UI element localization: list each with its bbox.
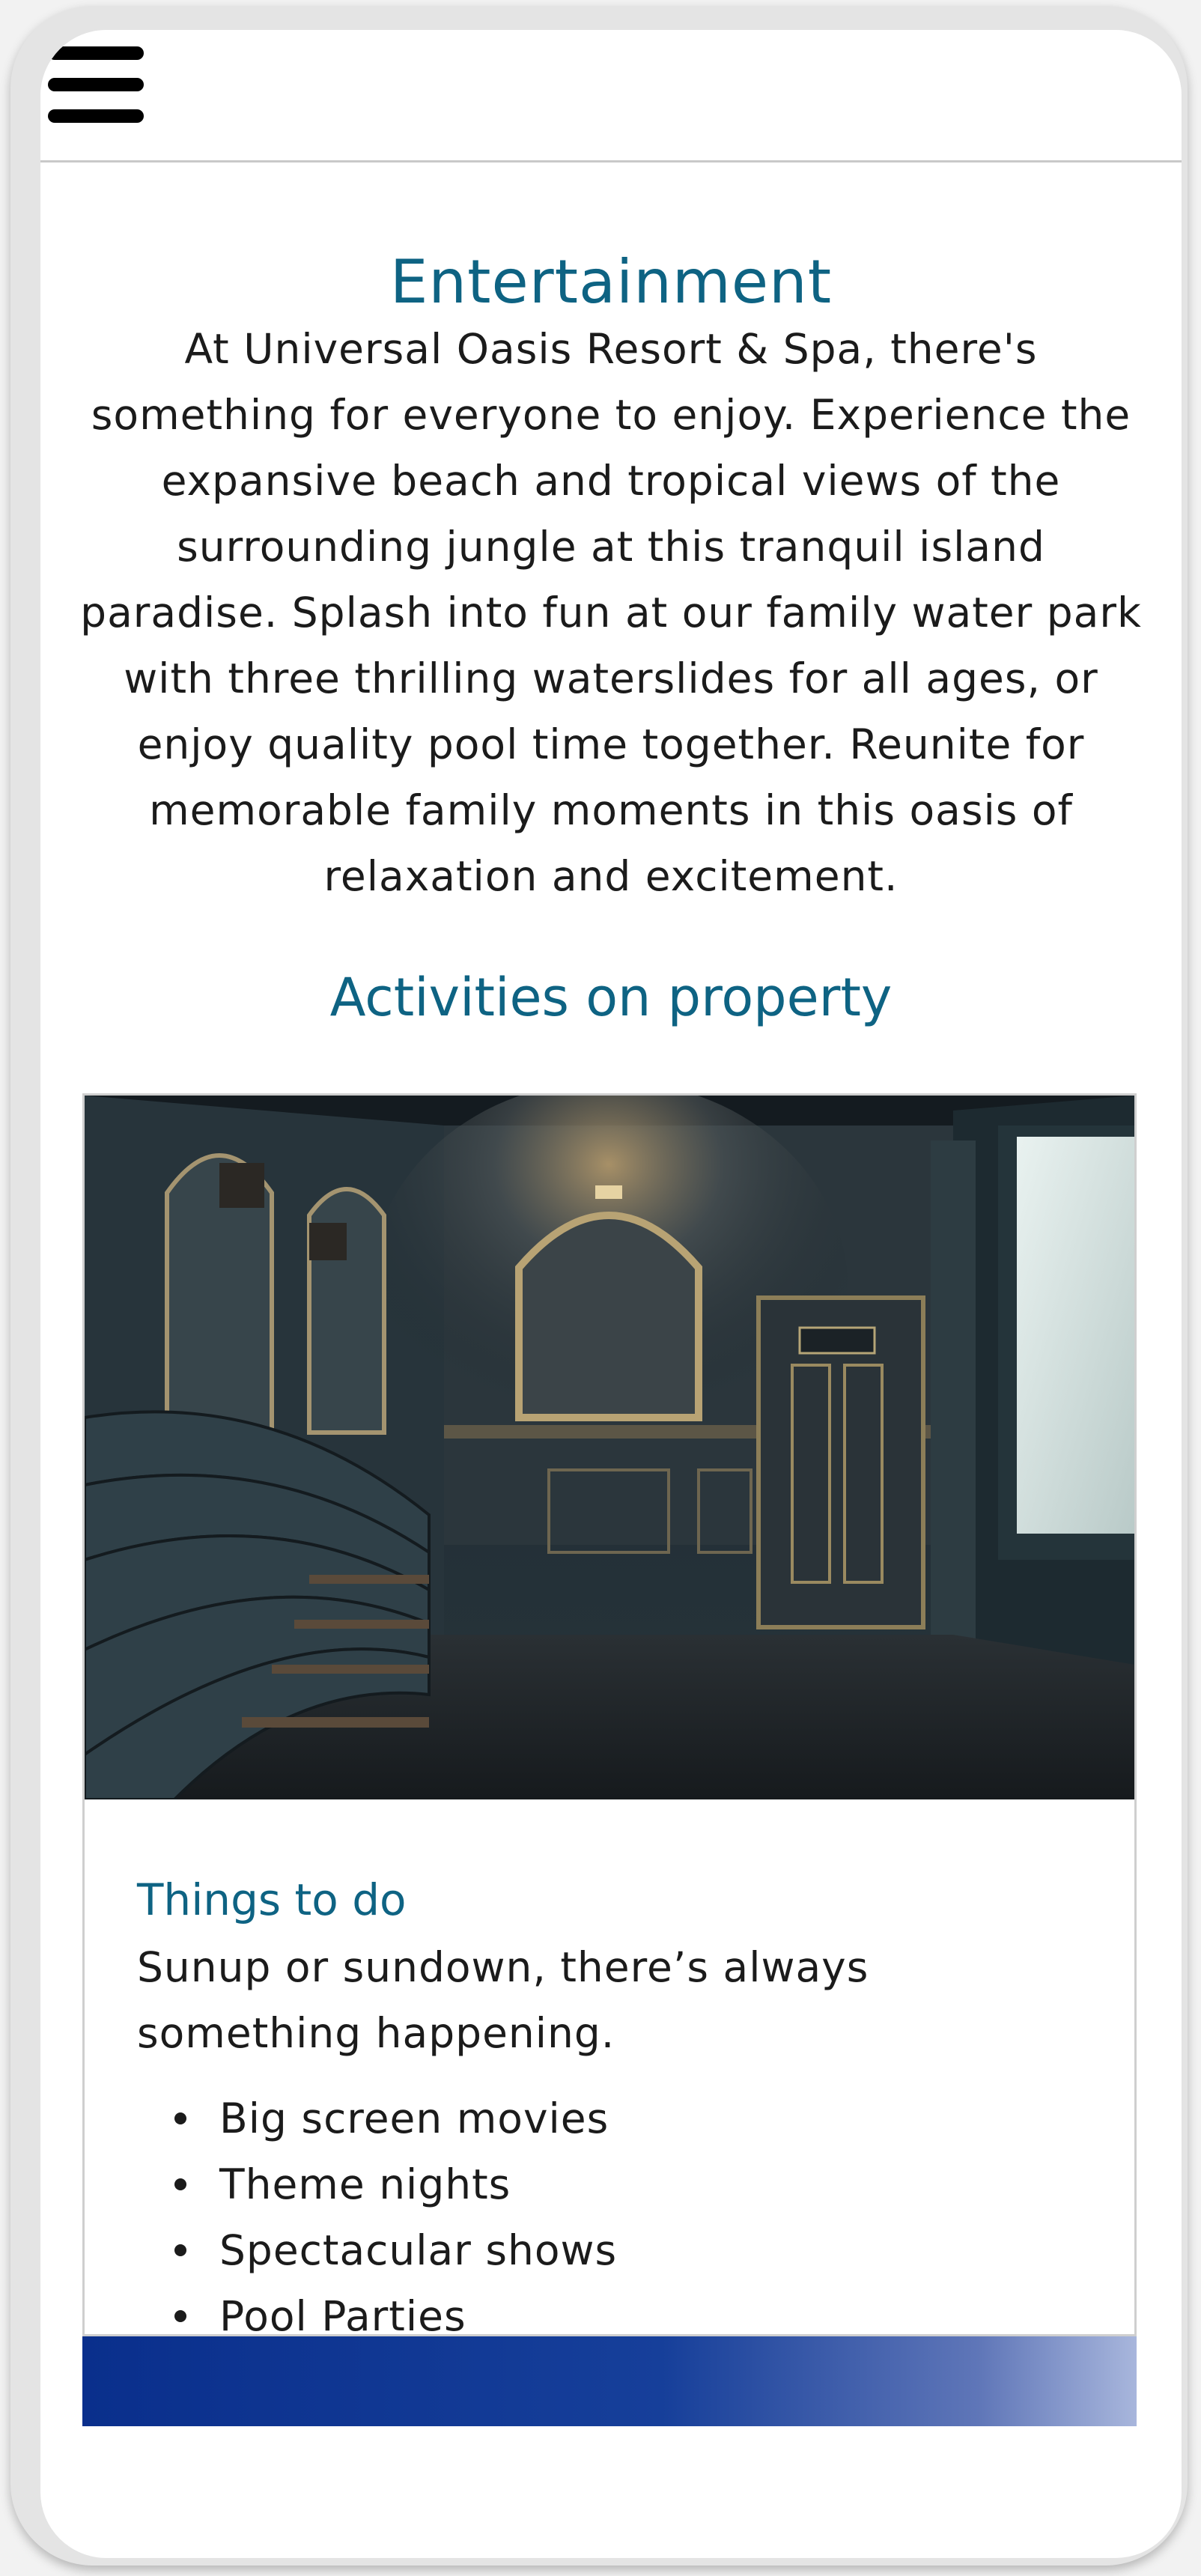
section-title: Activities on property	[329, 967, 893, 1028]
card-description: Sunup or sundown, there’s always somethi…	[137, 1943, 869, 2057]
next-card-image-preview	[82, 2334, 1137, 2426]
activity-list: Big screen movies Theme nights Spectacul…	[174, 2086, 617, 2349]
page-title: Entertainment	[389, 247, 833, 317]
movie-theater-image	[85, 1096, 1134, 1799]
hamburger-menu-icon[interactable]	[48, 45, 145, 127]
intro-paragraph: At Universal Oasis Resort & Spa, there's…	[80, 325, 1142, 900]
list-item: Theme nights	[174, 2151, 617, 2217]
phone-screen: Entertainment At Universal Oasis Resort …	[40, 30, 1182, 2558]
menu-bar-line	[48, 78, 144, 91]
menu-bar-line	[48, 109, 144, 123]
list-item: Big screen movies	[174, 2086, 617, 2151]
top-navigation-bar	[40, 30, 1182, 162]
activity-card: Things to do Sunup or sundown, there’s a…	[82, 1093, 1137, 2414]
device-frame: Entertainment At Universal Oasis Resort …	[10, 6, 1188, 2566]
card-title: Things to do	[137, 1874, 407, 1925]
list-item: Spectacular shows	[174, 2217, 617, 2283]
menu-bar-line	[48, 46, 144, 60]
